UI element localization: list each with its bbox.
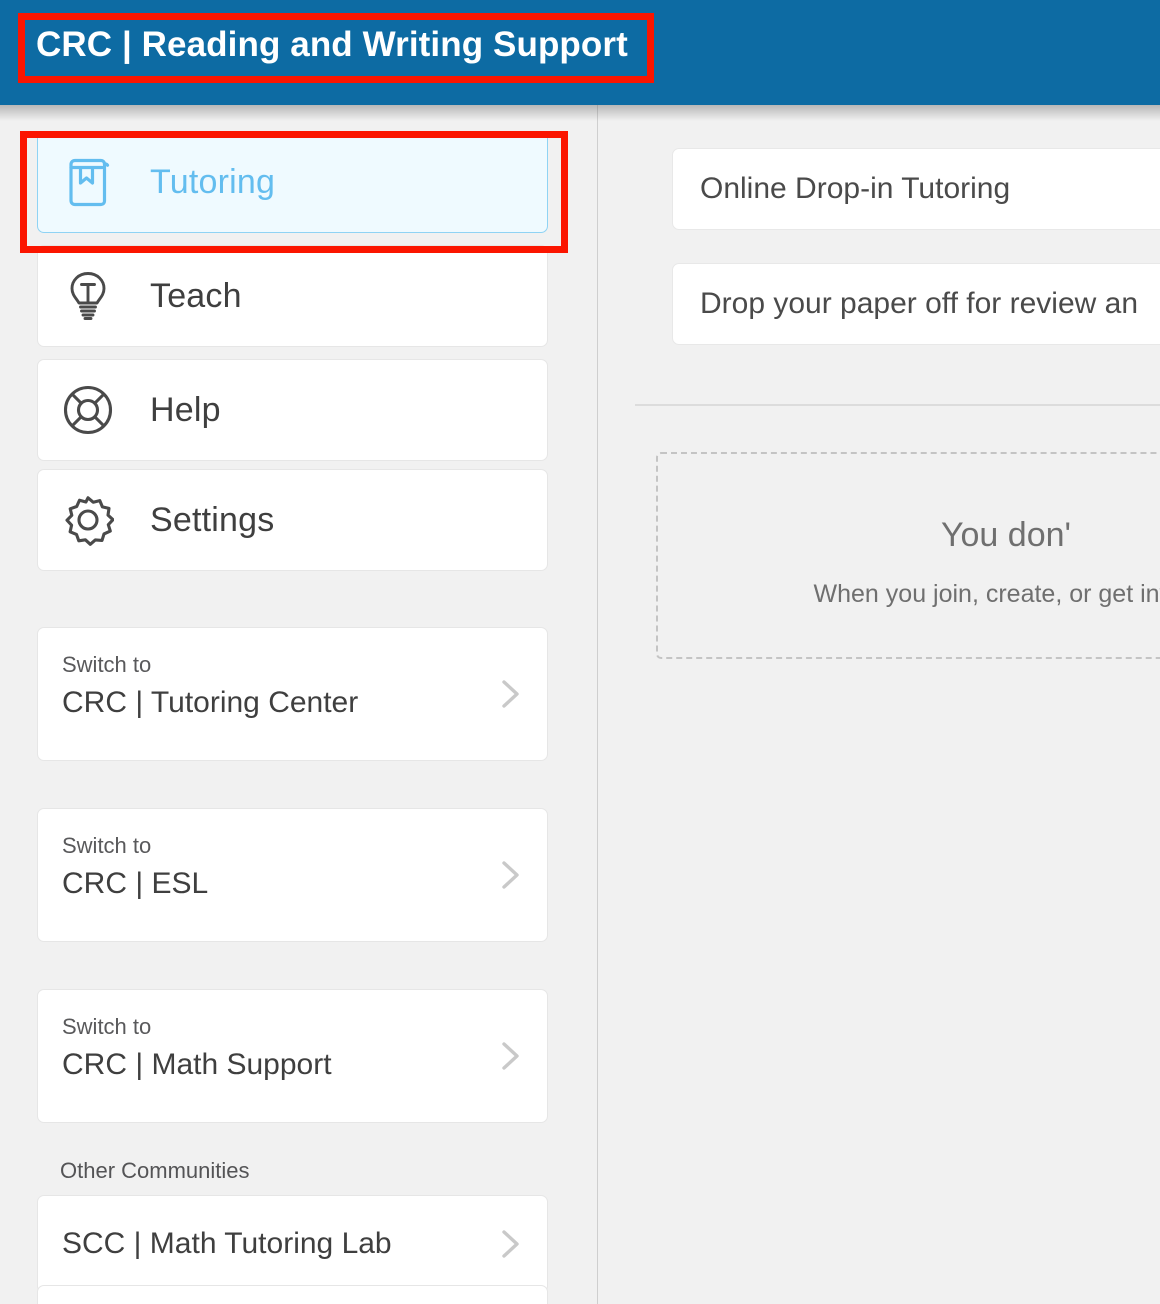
- sidebar-item-label: Tutoring: [150, 162, 276, 201]
- book-icon: [60, 154, 116, 210]
- community-card-scc-math-tutoring-lab[interactable]: SCC | Math Tutoring Lab: [37, 1195, 548, 1293]
- app-header: CRC | Reading and Writing Support: [0, 0, 1160, 105]
- switch-community-name: CRC | Math Support: [62, 1047, 332, 1081]
- community-card-partial[interactable]: [37, 1285, 548, 1304]
- switch-community-name: CRC | Tutoring Center: [62, 685, 359, 719]
- lifebuoy-icon: [60, 382, 116, 438]
- sidebar-item-tutoring[interactable]: Tutoring: [37, 131, 548, 233]
- service-card-title: Drop your paper off for review an: [700, 287, 1139, 320]
- app-window: CRC | Reading and Writing Support Tutori…: [0, 0, 1160, 1304]
- lightbulb-icon: [60, 268, 116, 324]
- empty-state-box: You don' When you join, create, or get i…: [656, 452, 1160, 659]
- gear-icon: [60, 492, 116, 548]
- sidebar-item-settings[interactable]: Settings: [37, 469, 548, 571]
- sidebar-item-label: Settings: [150, 500, 275, 539]
- sidebar-item-label: Teach: [150, 276, 242, 315]
- switch-eyebrow: Switch to: [62, 1014, 152, 1039]
- switch-eyebrow: Switch to: [62, 652, 152, 677]
- tutoring-service-card[interactable]: Online Drop-in Tutoring: [672, 148, 1160, 230]
- sidebar-item-help[interactable]: Help: [37, 359, 548, 461]
- service-card-title: Online Drop-in Tutoring: [700, 172, 1011, 205]
- switch-community-card[interactable]: Switch to CRC | Math Support: [37, 989, 548, 1123]
- sidebar-item-teach[interactable]: Teach: [37, 245, 548, 347]
- chevron-right-icon: [495, 855, 525, 895]
- tutoring-service-card[interactable]: Drop your paper off for review an: [672, 263, 1160, 345]
- chevron-right-icon: [495, 1224, 525, 1264]
- community-name: SCC | Math Tutoring Lab: [62, 1227, 392, 1260]
- empty-state-title: You don': [940, 516, 1072, 554]
- content-divider: [635, 404, 1160, 406]
- content-panel: Online Drop-in Tutoring Drop your paper …: [599, 105, 1160, 1304]
- switch-eyebrow: Switch to: [62, 833, 152, 858]
- page-title: CRC | Reading and Writing Support: [36, 25, 628, 64]
- switch-community-name: CRC | ESL: [62, 866, 209, 900]
- sidebar-item-label: Help: [150, 390, 221, 429]
- other-communities-label: Other Communities: [60, 1158, 250, 1183]
- chevron-right-icon: [495, 674, 525, 714]
- switch-community-card[interactable]: Switch to CRC | ESL: [37, 808, 548, 942]
- chevron-right-icon: [495, 1036, 525, 1076]
- empty-state-subtitle: When you join, create, or get invite: [813, 580, 1160, 608]
- sidebar: Tutoring Teach Help Settings Switch to C…: [0, 105, 598, 1304]
- switch-community-card[interactable]: Switch to CRC | Tutoring Center: [37, 627, 548, 761]
- header-shadow: [0, 105, 1160, 121]
